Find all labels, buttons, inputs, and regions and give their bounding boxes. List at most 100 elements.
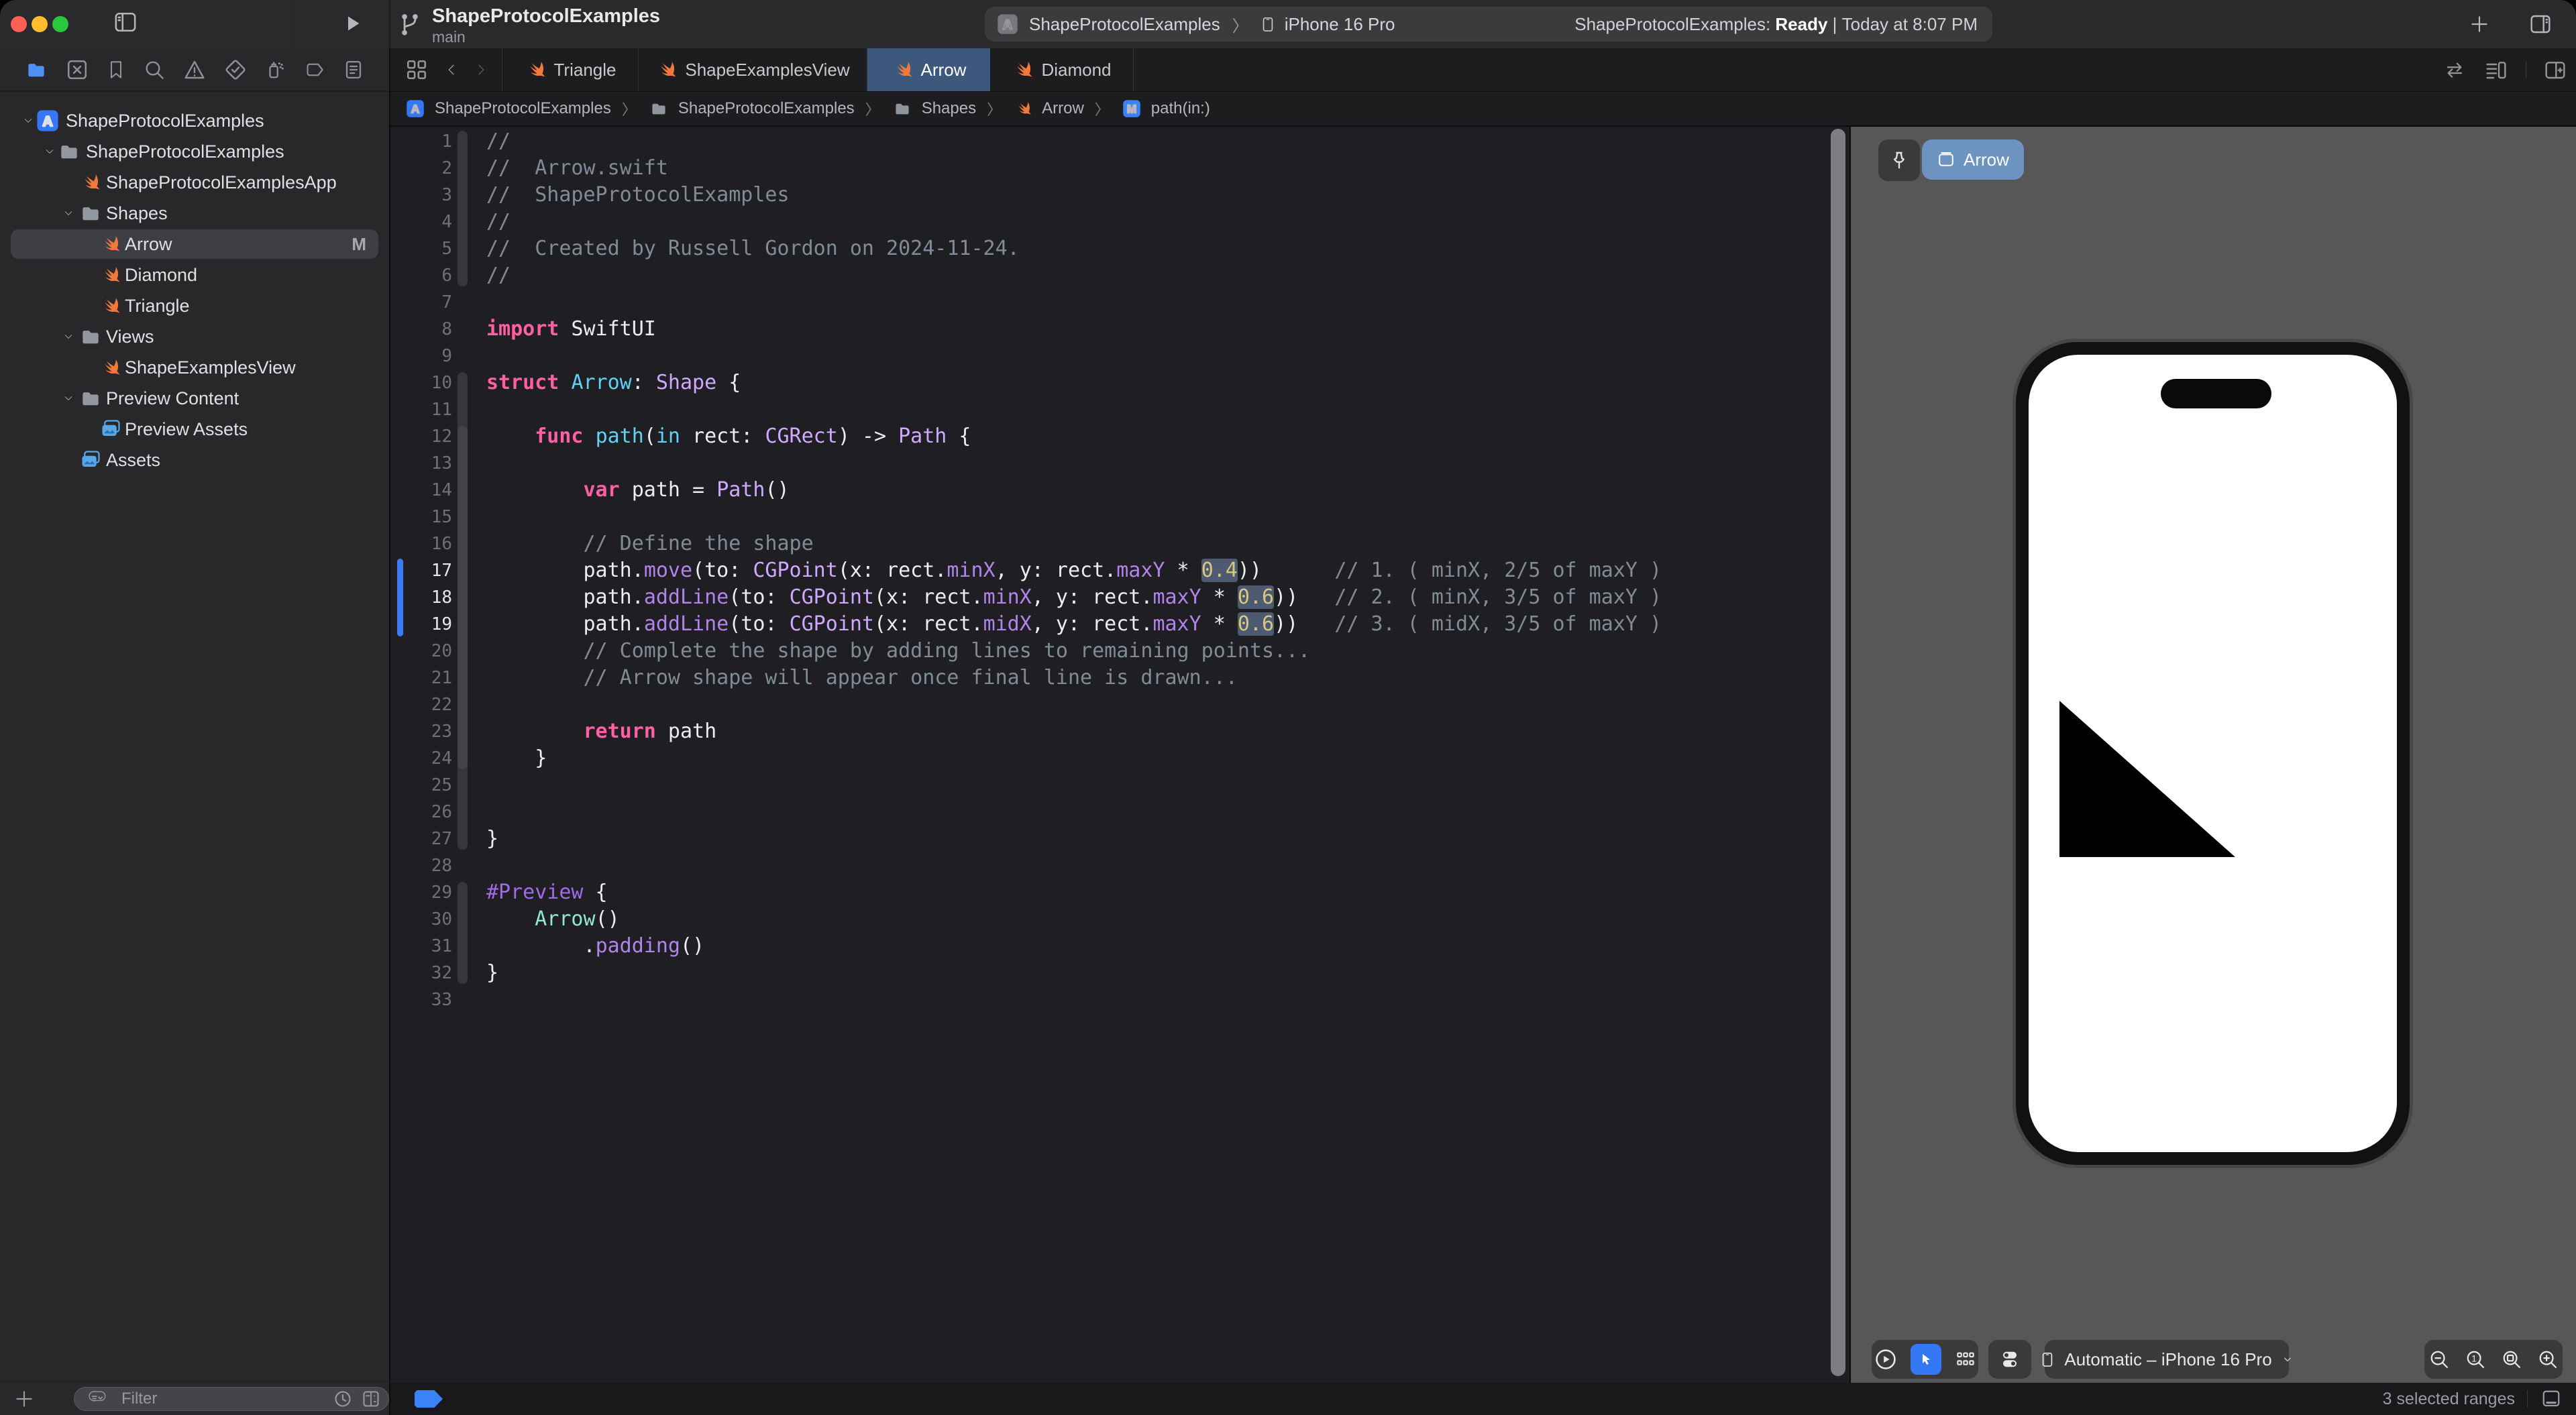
tab-diamond[interactable]: Diamond xyxy=(990,48,1134,91)
tree-item-arrow[interactable]: Arrow M xyxy=(0,229,389,260)
diamond-check-navigator-icon[interactable] xyxy=(224,58,247,81)
variants-grid-icon[interactable] xyxy=(1955,1350,1976,1369)
tab-triangle[interactable]: Triangle xyxy=(502,48,639,91)
device-preview-icon xyxy=(1937,151,1955,168)
minimap-icon[interactable] xyxy=(2484,59,2508,80)
assets-icon xyxy=(79,450,102,470)
device-selector[interactable]: Automatic – iPhone 16 Pro xyxy=(2043,1340,2291,1379)
live-preview-icon[interactable] xyxy=(1874,1348,1897,1371)
back-icon[interactable] xyxy=(445,60,458,79)
display-icon[interactable] xyxy=(2540,1389,2563,1409)
tab-shapeexamplesview[interactable]: ShapeExamplesView xyxy=(639,48,867,91)
preview-tab[interactable]: Arrow xyxy=(1922,139,2024,180)
tree-item-shapeexamplesview[interactable]: ShapeExamplesView xyxy=(0,352,389,383)
tree-item-label: ShapeProtocolExamples xyxy=(66,110,264,131)
breakpoint-indicator[interactable] xyxy=(415,1390,443,1408)
zoom-fit-icon[interactable] xyxy=(2502,1349,2522,1369)
swift-icon xyxy=(99,357,121,378)
tree-item-assets[interactable]: Assets xyxy=(0,445,389,475)
related-items-icon[interactable] xyxy=(405,58,428,81)
modified-badge: M xyxy=(352,233,366,254)
chevron-down-icon[interactable] xyxy=(62,332,75,341)
close-button[interactable] xyxy=(11,16,27,32)
recent-files-icon[interactable] xyxy=(333,1390,352,1408)
tree-item-shapeprotocolexamples[interactable]: A ShapeProtocolExamples xyxy=(0,105,389,136)
spray-navigator-icon[interactable] xyxy=(265,58,285,81)
breadcrumb-item[interactable]: Shapes xyxy=(891,99,976,118)
pin-preview-button[interactable] xyxy=(1878,139,1920,181)
chevron-down-icon[interactable] xyxy=(62,209,75,218)
add-editor-icon[interactable] xyxy=(2544,59,2567,80)
toggle-navigator-icon[interactable] xyxy=(113,11,138,34)
scm-filter-icon[interactable] xyxy=(362,1390,380,1408)
run-destination[interactable]: iPhone 16 Pro xyxy=(1285,14,1395,35)
breadcrumb-label: ShapeProtocolExamples xyxy=(678,99,855,117)
device-settings-icon[interactable] xyxy=(2000,1349,2020,1370)
tab-label: Triangle xyxy=(553,59,616,80)
navigator-filter-bar: Filter xyxy=(0,1381,389,1415)
tree-item-preview-content[interactable]: Preview Content xyxy=(0,383,389,414)
tree-item-shapeprotocolexamplesapp[interactable]: ShapeProtocolExamplesApp xyxy=(0,167,389,198)
zoom-button[interactable] xyxy=(52,16,68,32)
swift-icon xyxy=(99,264,121,286)
doc-list-navigator-icon[interactable] xyxy=(343,58,364,81)
breadcrumb-label: Arrow xyxy=(1042,99,1084,117)
app-icon: A xyxy=(36,109,59,132)
tree-item-diamond[interactable]: Diamond xyxy=(0,260,389,290)
project-navigator: A ShapeProtocolExamples ShapeProtocolExamp… xyxy=(0,92,389,1381)
iphone-screen[interactable] xyxy=(2029,355,2397,1152)
xcode-window: ShapeProtocolExamples main A ShapeProtoc… xyxy=(0,0,2576,1415)
breadcrumb-item[interactable]: ShapeProtocolExamples xyxy=(647,99,855,118)
folder-icon xyxy=(893,101,912,117)
line-numbers: 1 2 3 4 5 6 7 8 9 10 11 12 13 14 15 16 1… xyxy=(431,131,452,1010)
filter-field[interactable]: Filter xyxy=(74,1387,389,1411)
breadcrumb-label: ShapeProtocolExamples xyxy=(435,99,611,117)
assets-icon xyxy=(99,419,122,439)
toggle-inspector-icon[interactable] xyxy=(2528,13,2553,35)
branch-icon xyxy=(397,9,423,39)
tree-item-preview-assets[interactable]: Preview Assets xyxy=(0,414,389,445)
m-icon: M xyxy=(1122,99,1141,118)
tab-arrow[interactable]: Arrow xyxy=(867,48,990,91)
add-file-icon[interactable] xyxy=(13,1388,35,1410)
tree-item-shapes[interactable]: Shapes xyxy=(0,198,389,229)
tree-item-triangle[interactable]: Triangle xyxy=(0,290,389,321)
code-text[interactable]: // // Arrow.swift // ShapeProtocolExampl… xyxy=(486,128,1662,1013)
bookmark-navigator-icon[interactable] xyxy=(107,58,125,81)
tag-navigator-icon[interactable] xyxy=(303,60,326,79)
tree-item-shapeprotocolexamples[interactable]: ShapeProtocolExamples xyxy=(0,136,389,167)
zoom-100-icon[interactable]: 1 xyxy=(2465,1349,2485,1369)
folder-navigator-icon[interactable] xyxy=(25,60,48,79)
zoom-out-icon[interactable] xyxy=(2429,1349,2449,1369)
breadcrumb-item[interactable]: Arrow xyxy=(1012,98,1084,119)
tab-label: ShapeExamplesView xyxy=(685,59,850,80)
jump-bar: A ShapeProtocolExamples 〉 ShapeProtocolExam… xyxy=(390,92,2576,127)
tree-item-views[interactable]: Views xyxy=(0,321,389,352)
zoom-controls: 1 xyxy=(2424,1340,2563,1379)
source-editor[interactable]: 1 2 3 4 5 6 7 8 9 10 11 12 13 14 15 16 1… xyxy=(390,128,1829,1383)
editor-scrollbar[interactable] xyxy=(1831,129,1845,1376)
preview-mode-group xyxy=(1872,1340,1978,1379)
activity-pill[interactable]: A ShapeProtocolExamples 〉 iPhone 16 Pro … xyxy=(985,7,1992,42)
run-button[interactable] xyxy=(343,13,362,34)
breadcrumb-item[interactable]: A ShapeProtocolExamples xyxy=(404,97,611,120)
search-navigator-icon[interactable] xyxy=(144,59,165,80)
scheme-name[interactable]: ShapeProtocolExamples xyxy=(1029,14,1220,35)
device-selector-label: Automatic – iPhone 16 Pro xyxy=(2064,1349,2272,1369)
scheme-separator: 〉 xyxy=(1232,17,1248,36)
minimize-button[interactable] xyxy=(32,16,48,32)
forward-icon[interactable] xyxy=(475,60,487,79)
selectable-mode-button[interactable] xyxy=(1910,1344,1941,1375)
zoom-in-icon[interactable] xyxy=(2538,1349,2558,1369)
tree-item-label: ShapeProtocolExamples xyxy=(86,141,284,162)
box-x-navigator-icon[interactable] xyxy=(66,58,89,81)
warning-navigator-icon[interactable] xyxy=(183,59,206,80)
chevron-down-icon[interactable] xyxy=(62,394,75,403)
chevron-down-icon[interactable] xyxy=(21,116,35,125)
library-plus-icon[interactable] xyxy=(2469,13,2490,35)
breadcrumb-item[interactable]: Mpath(in:) xyxy=(1120,97,1210,120)
swift-file-icon xyxy=(655,59,677,80)
chevron-down-icon[interactable] xyxy=(43,147,56,156)
svg-text:M: M xyxy=(1127,102,1137,115)
code-review-icon[interactable] xyxy=(2443,60,2467,80)
